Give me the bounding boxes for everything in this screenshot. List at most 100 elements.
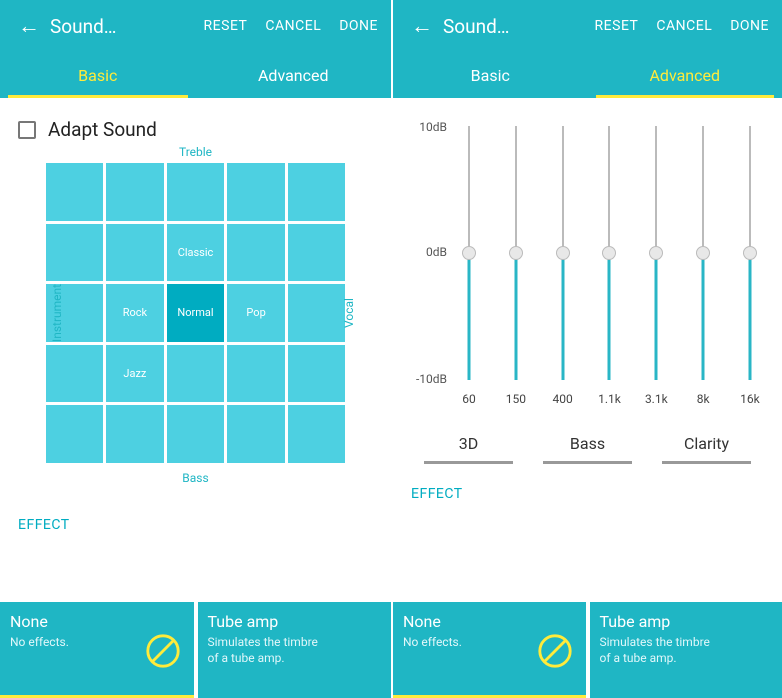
eq-slider-16k[interactable] — [740, 126, 760, 380]
preset-rock[interactable]: Rock — [106, 284, 164, 342]
grid-cell[interactable] — [288, 224, 346, 282]
app-header: ← Sound… RESET CANCEL DONE — [393, 0, 782, 52]
grid-cell[interactable] — [106, 224, 164, 282]
advanced-body: 10dB 0dB -10dB 60 150 400 1.1k 3.1k — [393, 98, 782, 602]
grid-cell[interactable] — [227, 345, 285, 403]
tab-bar: Basic Advanced — [0, 52, 391, 98]
xlabel: 60 — [455, 392, 483, 406]
axis-vocal: Vocal — [342, 298, 356, 328]
grid-cell[interactable] — [106, 163, 164, 221]
none-icon — [536, 632, 574, 670]
eq-sliders — [455, 126, 764, 380]
mode-slider-track[interactable] — [543, 461, 632, 464]
screen-basic: ← Sound… RESET CANCEL DONE Basic Advance… — [0, 0, 391, 698]
mode-sliders: 3D Bass Clarity — [419, 434, 756, 464]
cancel-button[interactable]: CANCEL — [647, 18, 721, 34]
mode-bass[interactable]: Bass — [538, 434, 637, 464]
reset-button[interactable]: RESET — [586, 18, 648, 34]
eq-slider-400[interactable] — [553, 126, 573, 380]
effects-row: None No effects. Tube amp Simulates the … — [393, 602, 782, 698]
mode-label: Bass — [538, 434, 637, 453]
axis-instrument: Instrument — [50, 284, 64, 342]
mode-label: Clarity — [657, 434, 756, 453]
tab-basic[interactable]: Basic — [393, 52, 588, 98]
grid-cell[interactable] — [46, 345, 104, 403]
grid-cell[interactable] — [46, 163, 104, 221]
grid-cell[interactable] — [106, 405, 164, 463]
eq-slider-60[interactable] — [459, 126, 479, 380]
ylabel-0db: 0dB — [407, 245, 447, 259]
mode-clarity[interactable]: Clarity — [657, 434, 756, 464]
reset-button[interactable]: RESET — [195, 18, 257, 34]
back-arrow-icon[interactable]: ← — [10, 13, 48, 39]
effect-name: Tube amp — [600, 612, 773, 631]
effect-none[interactable]: None No effects. — [0, 602, 194, 698]
mode-slider-track[interactable] — [424, 461, 513, 464]
sound-grid: Treble Bass Instrument Vocal Classic Roc… — [46, 163, 346, 463]
effect-name: Tube amp — [208, 612, 382, 631]
adapt-sound-checkbox[interactable] — [18, 121, 36, 139]
grid-cell[interactable] — [167, 345, 225, 403]
effect-tube-amp[interactable]: Tube amp Simulates the timbre of a tube … — [198, 602, 392, 698]
grid-cell[interactable] — [46, 224, 104, 282]
effects-row: None No effects. Tube amp Simulates the … — [0, 602, 391, 698]
xlabel: 150 — [502, 392, 530, 406]
mode-slider-track[interactable] — [662, 461, 751, 464]
equalizer: 10dB 0dB -10dB 60 150 400 1.1k 3.1k — [411, 126, 764, 416]
effect-desc: No effects. — [403, 635, 523, 651]
xlabel: 400 — [549, 392, 577, 406]
screen-advanced: ← Sound… RESET CANCEL DONE Basic Advance… — [391, 0, 782, 698]
done-button[interactable]: DONE — [721, 18, 778, 34]
adapt-sound-label: Adapt Sound — [48, 118, 157, 141]
eq-slider-150[interactable] — [506, 126, 526, 380]
effect-desc: Simulates the timbre of a tube amp. — [600, 635, 720, 666]
none-icon — [144, 632, 182, 670]
effect-section-label: EFFECT — [16, 517, 375, 533]
grid-cell[interactable] — [227, 405, 285, 463]
grid-cell[interactable] — [288, 284, 346, 342]
preset-jazz[interactable]: Jazz — [106, 345, 164, 403]
grid-cell[interactable] — [167, 163, 225, 221]
basic-body: Adapt Sound Treble Bass Instrument Vocal… — [0, 98, 391, 602]
axis-treble: Treble — [179, 145, 212, 159]
mode-3d[interactable]: 3D — [419, 434, 518, 464]
app-header: ← Sound… RESET CANCEL DONE — [0, 0, 391, 52]
back-arrow-icon[interactable]: ← — [403, 13, 441, 39]
cancel-button[interactable]: CANCEL — [256, 18, 330, 34]
preset-grid[interactable]: Classic Rock Normal Pop Jazz — [46, 163, 346, 463]
axis-bass: Bass — [182, 471, 208, 485]
eq-slider-8k[interactable] — [693, 126, 713, 380]
page-title: Sound… — [50, 15, 117, 38]
mode-label: 3D — [419, 434, 518, 453]
grid-cell[interactable] — [167, 405, 225, 463]
ylabel-10db: 10dB — [407, 120, 447, 134]
xlabel: 8k — [689, 392, 717, 406]
xlabel: 1.1k — [595, 392, 623, 406]
effect-none[interactable]: None No effects. — [393, 602, 586, 698]
grid-cell[interactable] — [288, 345, 346, 403]
tab-basic[interactable]: Basic — [0, 52, 196, 98]
eq-y-axis: 10dB 0dB -10dB — [407, 126, 451, 380]
effect-name: None — [10, 612, 184, 631]
effect-desc: No effects. — [10, 635, 130, 651]
effect-section-label: EFFECT — [409, 486, 766, 502]
effect-desc: Simulates the timbre of a tube amp. — [208, 635, 328, 666]
effect-name: None — [403, 612, 576, 631]
tab-advanced[interactable]: Advanced — [196, 52, 392, 98]
preset-normal[interactable]: Normal — [167, 284, 225, 342]
eq-slider-3p1k[interactable] — [646, 126, 666, 380]
effect-tube-amp[interactable]: Tube amp Simulates the timbre of a tube … — [590, 602, 782, 698]
done-button[interactable]: DONE — [330, 18, 387, 34]
tab-advanced[interactable]: Advanced — [588, 52, 782, 98]
grid-cell[interactable] — [288, 405, 346, 463]
grid-cell[interactable] — [288, 163, 346, 221]
grid-cell[interactable] — [227, 163, 285, 221]
preset-classic[interactable]: Classic — [167, 224, 225, 282]
ylabel-neg10db: -10dB — [407, 372, 447, 386]
grid-cell[interactable] — [227, 224, 285, 282]
grid-cell[interactable] — [46, 405, 104, 463]
page-title: Sound… — [443, 15, 510, 38]
preset-pop[interactable]: Pop — [227, 284, 285, 342]
eq-x-axis: 60 150 400 1.1k 3.1k 8k 16k — [455, 392, 764, 406]
eq-slider-1p1k[interactable] — [599, 126, 619, 380]
